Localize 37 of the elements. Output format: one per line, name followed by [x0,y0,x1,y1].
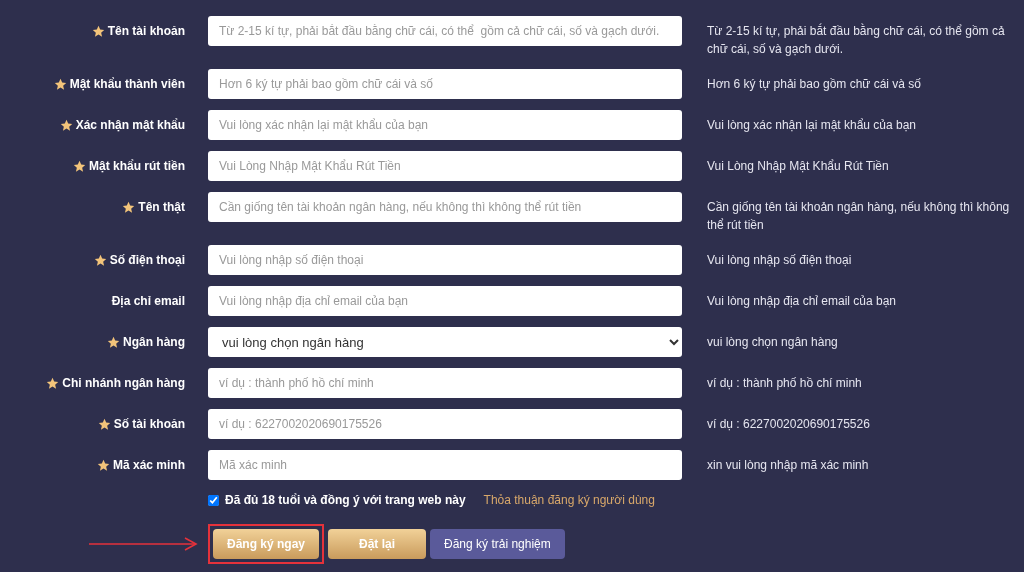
terms-link[interactable]: Thỏa thuận đăng ký người dùng [483,491,655,509]
button[interactable]: Đăng ký trải nghiệm [430,529,565,559]
input-field[interactable]: Mã xác minh [208,450,682,480]
input-field[interactable]: ví dụ : 6227002020690175526 [208,409,682,439]
field-label: Chi nhánh ngân hàng [62,375,185,392]
field-label: Mật khẩu thành viên [69,76,185,93]
hint-text: Vui lòng nhập số điện thoại [707,252,853,269]
input-field[interactable]: Vui lòng nhập địa chỉ email của bạn [208,286,682,316]
hint-text: ví dụ : 6227002020690175526 [707,416,871,433]
hint-text: Hơn 6 ký tự phải bao gồm chữ cái và số [707,76,923,93]
field-label: Số tài khoản [113,416,185,433]
field-label: Xác nhận mật khẩu [75,117,185,134]
field-label: Mật khẩu rút tiền [89,158,185,175]
input-field[interactable]: Vui lòng nhập số điện thoại [208,245,682,275]
input-field[interactable]: Hơn 6 ký tự phải bao gồm chữ cái và số [208,69,682,99]
select-field[interactable]: vui lòng chọn ngân hàng [208,327,682,357]
field-label: Mã xác minh [112,457,185,474]
field-label: Tên tài khoản [107,23,185,40]
hint-text: ví dụ : thành phố hồ chí minh [707,375,863,392]
hint-text: xin vui lòng nhập mã xác minh [707,457,870,474]
field-label: Tên thật [138,199,185,216]
field-label: Số điện thoại [109,252,185,269]
checkbox[interactable] [208,494,219,506]
field-label: Địa chỉ email [111,293,185,310]
input-field[interactable]: Vui Lòng Nhập Mật Khẩu Rút Tiền [208,151,682,181]
hint-text: vui lòng chọn ngân hàng [707,334,839,351]
field-label: Ngân hàng [123,334,185,351]
hint-text: Từ 2-15 kí tự, phải bắt đầu bằng chữ cái, có thể gồm cả chữ cái, số và gạch dưới. [707,22,1006,58]
agreement-text: Đã đủ 18 tuổi và đồng ý với trang web này [225,492,466,509]
input-field[interactable]: Từ 2-15 kí tự, phải bắt đầu bằng chữ cái, có thể gồm cả chữ cái, số và gạch dưới. [208,16,682,46]
hint-text: Vui lòng xác nhận lại mật khẩu của bạn [707,117,918,134]
hint-text: Vui lòng nhập địa chỉ email của bạn [707,293,898,310]
input-field[interactable]: ví dụ : thành phố hồ chí minh [208,368,682,398]
input-field[interactable]: Vui lòng xác nhận lại mật khẩu của bạn [208,110,682,140]
input-field[interactable]: Cần giống tên tài khoản ngân hàng, nếu không thì không thể rút tiền [208,192,682,222]
hint-text: Vui Lòng Nhập Mật Khẩu Rút Tiền [707,158,890,175]
hint-text: Cần giống tên tài khoản ngân hàng, nếu không thì không thể rút tiền [707,199,1011,234]
